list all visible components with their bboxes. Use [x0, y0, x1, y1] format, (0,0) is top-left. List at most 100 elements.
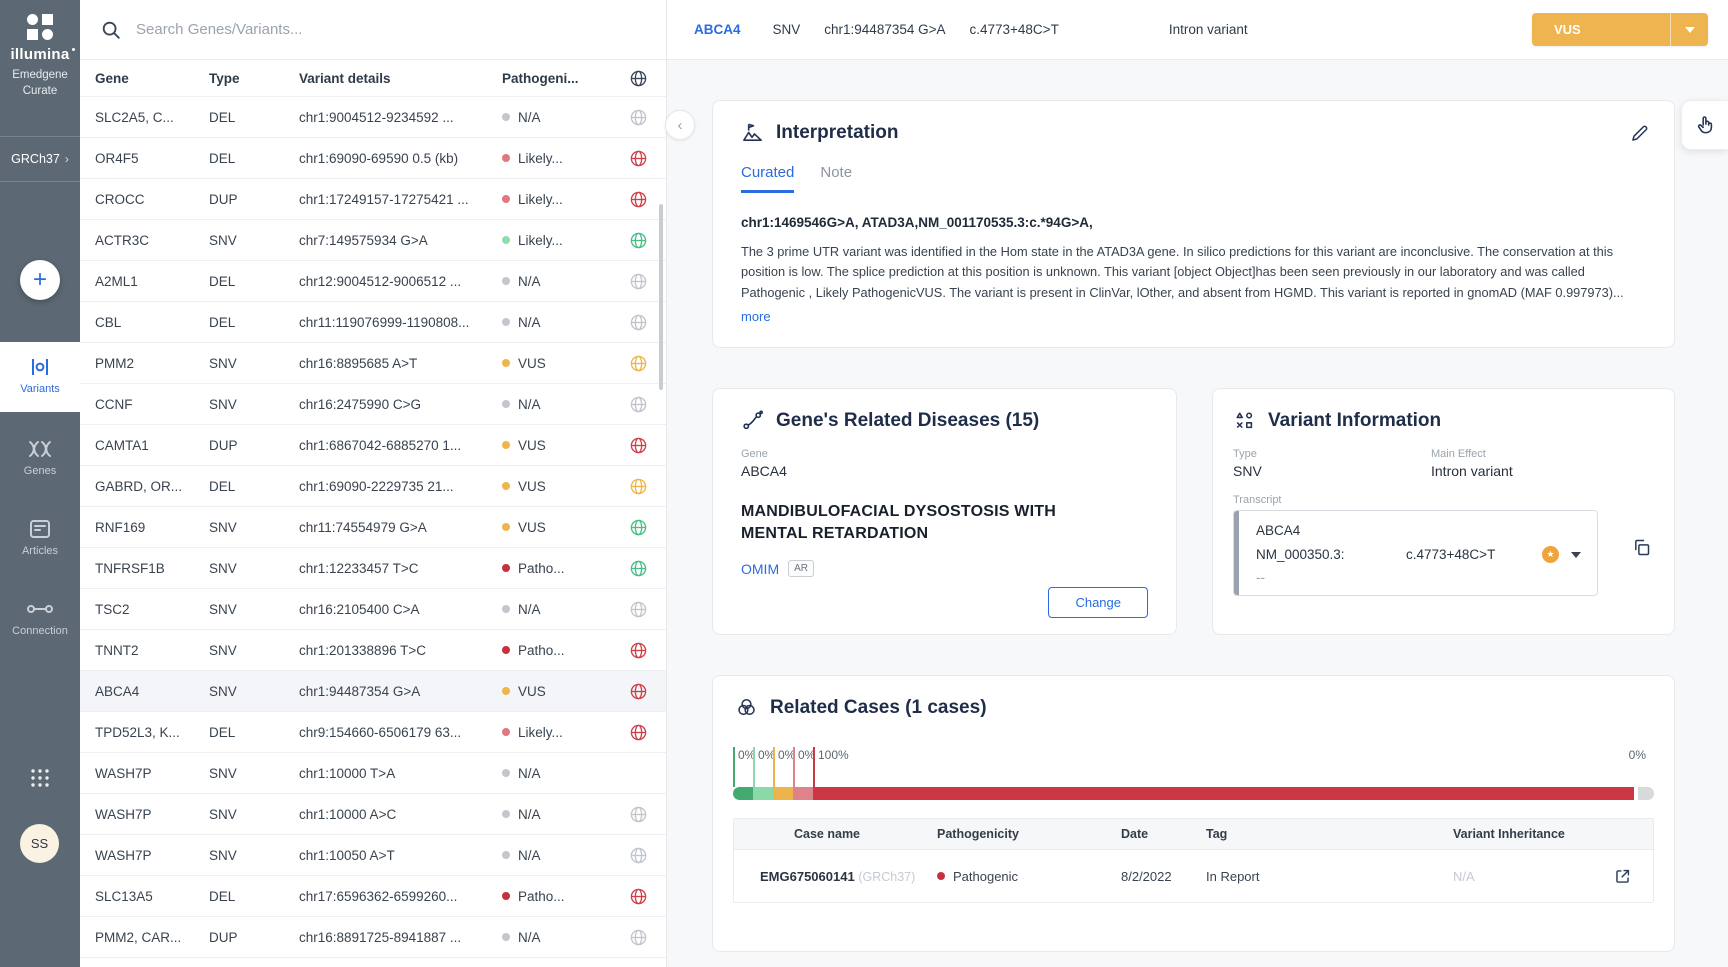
table-row[interactable]: TSC2SNVchr16:2105400 C>AN/A: [80, 589, 666, 630]
canonical-star-icon[interactable]: ★: [1542, 546, 1559, 563]
sidebar-item-connection[interactable]: Connection: [0, 598, 80, 658]
sidebar-item-genes[interactable]: Genes: [0, 438, 80, 494]
table-row[interactable]: [80, 958, 666, 967]
globe-icon[interactable]: [610, 682, 666, 701]
case-inheritance: N/A: [1453, 869, 1613, 884]
summary-type: SNV: [773, 22, 801, 37]
omim-link[interactable]: OMIM: [741, 561, 779, 577]
globe-icon[interactable]: [610, 723, 666, 742]
pathogenicity-dot: [502, 441, 510, 449]
open-case-external-link-icon[interactable]: [1613, 867, 1658, 886]
cell-pathogenicity: VUS: [502, 438, 610, 453]
cell-variant-details: chr16:2475990 C>G: [299, 397, 502, 412]
case-row[interactable]: EMG675060141 (GRCh37) Pathogenic 8/2/202…: [734, 850, 1653, 902]
globe-icon[interactable]: [610, 600, 666, 619]
genome-build-selector[interactable]: GRCh37 ›: [0, 136, 80, 182]
table-scrollbar[interactable]: [659, 204, 663, 390]
globe-icon[interactable]: [610, 928, 666, 947]
table-row[interactable]: PMM2SNVchr16:8895685 A>TVUS: [80, 343, 666, 384]
add-button[interactable]: +: [20, 260, 60, 300]
cell-gene: CBL: [80, 315, 209, 330]
globe-icon[interactable]: [610, 313, 666, 332]
globe-icon[interactable]: [610, 108, 666, 127]
more-link[interactable]: more: [741, 309, 771, 324]
table-row[interactable]: TNFRSF1BSNVchr1:12233457 T>CPatho...: [80, 548, 666, 589]
cell-gene: TSC2: [80, 602, 209, 617]
bar-tick: [813, 747, 815, 787]
column-header-gene[interactable]: Gene: [80, 71, 209, 86]
summary-gene-link[interactable]: ABCA4: [694, 22, 741, 37]
table-row[interactable]: CBLDELchr11:119076999-1190808...N/A: [80, 302, 666, 343]
hand-tool-button[interactable]: [1681, 100, 1728, 150]
transcript-chevron-down-icon[interactable]: [1571, 552, 1581, 558]
globe-icon[interactable]: [610, 846, 666, 865]
column-header-globe-icon[interactable]: [610, 69, 666, 88]
globe-icon[interactable]: [610, 149, 666, 168]
globe-icon[interactable]: [610, 641, 666, 660]
interpretation-body: The 3 prime UTR variant was identified i…: [741, 242, 1646, 303]
table-row[interactable]: WASH7PSNVchr1:10000 A>CN/A: [80, 794, 666, 835]
user-avatar[interactable]: SS: [20, 824, 59, 863]
pathogenicity-dot: [502, 523, 510, 531]
case-genome-build: (GRCh37): [858, 870, 915, 884]
table-row[interactable]: A2ML1DELchr12:9004512-9006512 ...N/A: [80, 261, 666, 302]
globe-icon[interactable]: [610, 354, 666, 373]
case-name[interactable]: EMG675060141: [760, 869, 855, 884]
classification-dropdown-button[interactable]: VUS: [1532, 13, 1708, 46]
globe-icon[interactable]: [610, 436, 666, 455]
cell-pathogenicity: Likely...: [502, 725, 610, 740]
chevron-down-icon[interactable]: [1671, 27, 1708, 33]
collapse-panel-button[interactable]: ‹: [665, 110, 695, 140]
cell-variant-details: chr1:201338896 T>C: [299, 643, 502, 658]
pathogenicity-dot: [502, 113, 510, 121]
table-row[interactable]: ACTR3CSNVchr7:149575934 G>ALikely...: [80, 220, 666, 261]
table-row[interactable]: RNF169SNVchr11:74554979 G>AVUS: [80, 507, 666, 548]
table-row[interactable]: TNNT2SNVchr1:201338896 T>CPatho...: [80, 630, 666, 671]
tab-curated[interactable]: Curated: [741, 164, 794, 193]
globe-icon[interactable]: [610, 395, 666, 414]
table-row[interactable]: ABCA4SNVchr1:94487354 G>AVUS: [80, 671, 666, 712]
table-row[interactable]: WASH7PSNVchr1:10000 T>AN/A: [80, 753, 666, 794]
apps-grid-icon[interactable]: [26, 766, 54, 790]
table-row[interactable]: GABRD, OR...DELchr1:69090-2229735 21...V…: [80, 466, 666, 507]
table-row[interactable]: CROCCDUPchr1:17249157-17275421 ...Likely…: [80, 179, 666, 220]
search-input[interactable]: [134, 20, 558, 39]
table-row[interactable]: PMM2, CAR...DUPchr16:8891725-8941887 ...…: [80, 917, 666, 958]
interpretation-title: Interpretation: [776, 122, 898, 144]
cell-pathogenicity: Patho...: [502, 643, 610, 658]
table-row[interactable]: CCNFSNVchr16:2475990 C>GN/A: [80, 384, 666, 425]
globe-icon[interactable]: [610, 887, 666, 906]
column-header-details[interactable]: Variant details: [299, 71, 502, 86]
pathogenicity-dot: [502, 195, 510, 203]
globe-icon[interactable]: [610, 559, 666, 578]
table-row[interactable]: SLC13A5DELchr17:6596362-6599260...Patho.…: [80, 876, 666, 917]
globe-icon[interactable]: [610, 190, 666, 209]
connection-icon: [0, 598, 80, 620]
change-disease-button[interactable]: Change: [1048, 587, 1148, 618]
cell-pathogenicity: Likely...: [502, 192, 610, 207]
sidebar-item-variants[interactable]: Variants: [0, 342, 80, 412]
cell-gene: ACTR3C: [80, 233, 209, 248]
column-header-type[interactable]: Type: [209, 71, 299, 86]
transcript-selector[interactable]: ABCA4 NM_000350.3: c.4773+48C>T ★ --: [1233, 510, 1598, 596]
search-icon: [100, 19, 122, 41]
globe-icon[interactable]: [610, 231, 666, 250]
search-bar: [80, 0, 666, 60]
edit-pencil-icon[interactable]: [1629, 123, 1650, 144]
table-row[interactable]: SLC2A5, C...DELchr1:9004512-9234592 ...N…: [80, 97, 666, 138]
table-row[interactable]: CAMTA1DUPchr1:6867042-6885270 1...VUS: [80, 425, 666, 466]
tab-note[interactable]: Note: [820, 164, 852, 193]
copy-icon[interactable]: [1631, 537, 1652, 558]
table-row[interactable]: WASH7PSNVchr1:10050 A>TN/A: [80, 835, 666, 876]
related-cases-card: Related Cases (1 cases) 0%0%0%0%100%0% C…: [712, 675, 1675, 952]
table-row[interactable]: TPD52L3, K...DELchr9:154660-6506179 63..…: [80, 712, 666, 753]
column-header-pathogenicity[interactable]: Pathogeni...: [502, 71, 610, 86]
sidebar-item-articles[interactable]: Articles: [0, 518, 80, 574]
globe-icon[interactable]: [610, 477, 666, 496]
cell-gene: PMM2: [80, 356, 209, 371]
table-row[interactable]: OR4F5DELchr1:69090-69590 0.5 (kb)Likely.…: [80, 138, 666, 179]
globe-icon[interactable]: [610, 518, 666, 537]
cell-gene: WASH7P: [80, 766, 209, 781]
globe-icon[interactable]: [610, 805, 666, 824]
globe-icon[interactable]: [610, 272, 666, 291]
